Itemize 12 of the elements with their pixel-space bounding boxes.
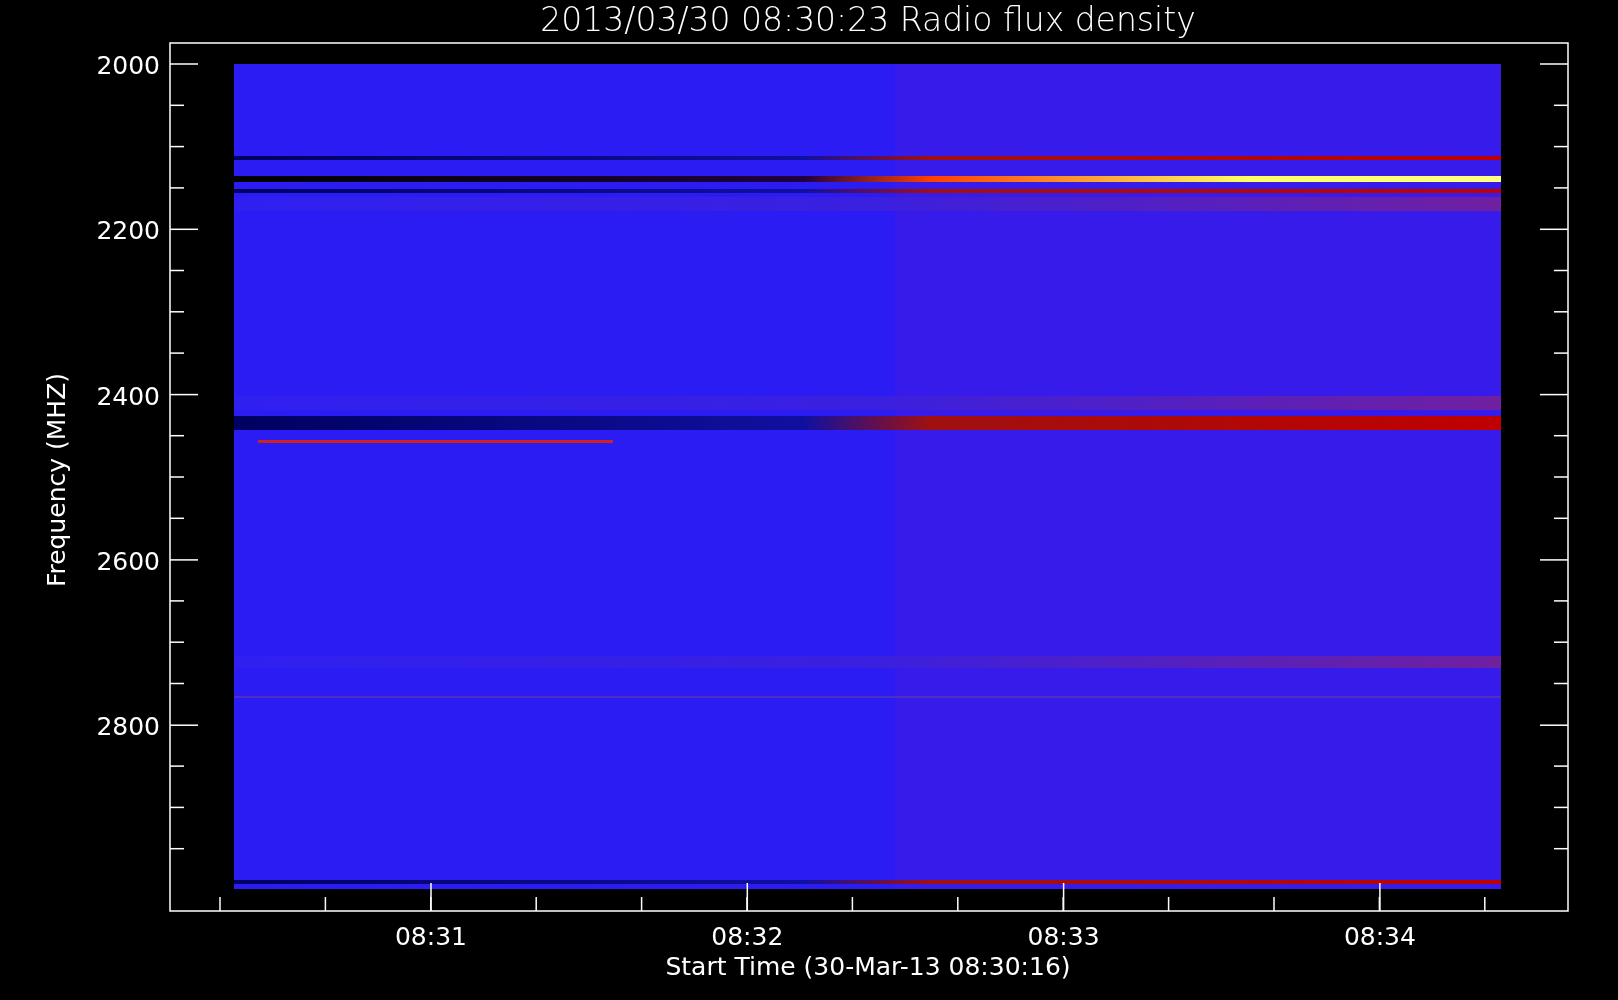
chart-title: 2013/03/30 08:30:23 Radio flux density bbox=[540, 0, 1196, 39]
x-tick-label: 08:33 bbox=[1027, 922, 1100, 951]
x-axis-label: Start Time (30-Mar-13 08:30:16) bbox=[665, 952, 1071, 981]
x-tick-label: 08:31 bbox=[395, 922, 467, 951]
x-tick-label: 08:32 bbox=[711, 922, 784, 951]
y-tick-label: 2000 bbox=[96, 51, 160, 80]
y-tick-label: 2400 bbox=[96, 381, 160, 411]
y-tick-label: 2600 bbox=[96, 546, 160, 576]
y-axis-label: Frequency (MHZ) bbox=[42, 372, 71, 588]
y-tick-label: 2200 bbox=[96, 216, 160, 246]
x-tick-label: 08:34 bbox=[1343, 922, 1416, 951]
y-tick-label: 2800 bbox=[96, 712, 160, 742]
